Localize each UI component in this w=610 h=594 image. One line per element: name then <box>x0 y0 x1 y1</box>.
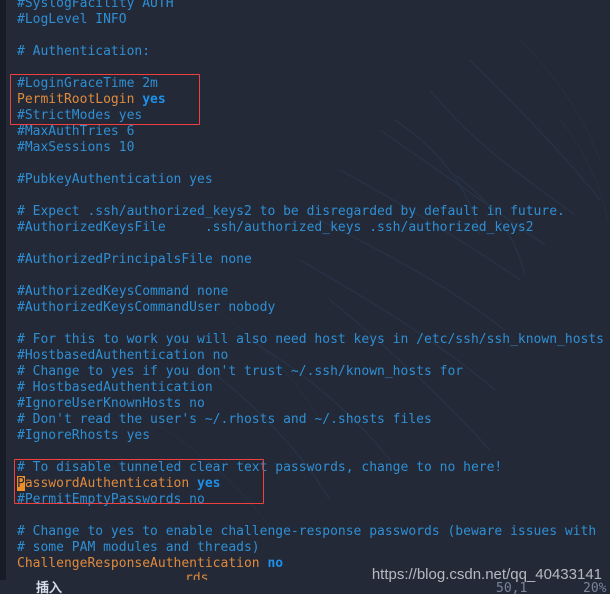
comment-text: # To disable tunneled clear text passwor… <box>17 460 503 475</box>
comment-text: # Authentication: <box>17 44 151 59</box>
code-line[interactable]: #SyslogFacility AUTH <box>17 0 610 12</box>
comment-text: #AuthorizedKeysCommandUser nobody <box>17 300 276 315</box>
code-line[interactable] <box>17 60 610 76</box>
config-value: yes <box>142 92 166 107</box>
comment-text: #LogLevel INFO <box>17 12 127 27</box>
comment-text: #MaxAuthTries 6 <box>17 124 135 139</box>
config-directive: ChallengeResponseAuthentication <box>17 556 268 571</box>
comment-text: #LoginGraceTime 2m <box>17 76 158 91</box>
code-line[interactable]: #StrictModes yes <box>17 108 610 124</box>
code-text-area[interactable]: #SyslogFacility AUTH #LogLevel INFO # Aut… <box>17 0 610 572</box>
comment-text: #StrictModes yes <box>17 108 143 123</box>
code-line[interactable] <box>17 28 610 44</box>
comment-text: #AuthorizedKeysCommand none <box>17 284 229 299</box>
vim-mode-indicator: 插入 <box>36 581 63 594</box>
code-line[interactable]: # Change to yes if you don't trust ~/.ss… <box>17 364 610 380</box>
code-line[interactable]: # Change to yes to enable challenge-resp… <box>17 524 610 540</box>
code-line[interactable]: PasswordAuthentication yes <box>17 476 610 492</box>
comment-text: # Change to yes to enable challenge-resp… <box>17 524 597 539</box>
code-line[interactable]: #PermitEmptyPasswords no <box>17 492 610 508</box>
comment-text: #IgnoreRhosts yes <box>17 428 151 443</box>
code-line[interactable]: #HostbasedAuthentication no <box>17 348 610 364</box>
code-line[interactable]: # For this to work you will also need ho… <box>17 332 610 348</box>
comment-text: #IgnoreUserKnownHosts no <box>17 396 205 411</box>
code-line[interactable] <box>17 268 610 284</box>
code-line[interactable] <box>17 156 610 172</box>
code-line[interactable]: # Expect .ssh/authorized_keys2 to be dis… <box>17 204 610 220</box>
comment-text: #MaxSessions 10 <box>17 140 135 155</box>
code-line[interactable]: #PubkeyAuthentication yes <box>17 172 610 188</box>
code-line[interactable] <box>17 188 610 204</box>
comment-text: # Change to yes if you don't trust ~/.ss… <box>17 364 464 379</box>
code-line[interactable] <box>17 508 610 524</box>
code-line[interactable] <box>17 444 610 460</box>
code-line[interactable]: #AuthorizedPrincipalsFile none <box>17 252 610 268</box>
code-line[interactable]: #AuthorizedKeysCommandUser nobody <box>17 300 610 316</box>
code-line[interactable]: PermitRootLogin yes <box>17 92 610 108</box>
config-directive: asswordAuthentication <box>24 476 198 491</box>
code-line[interactable] <box>17 316 610 332</box>
editor-left-gutter <box>0 0 6 594</box>
comment-text: #PubkeyAuthentication yes <box>17 172 213 187</box>
comment-text: # some PAM modules and threads) <box>17 540 260 555</box>
code-line[interactable]: #AuthorizedKeysCommand none <box>17 284 610 300</box>
code-line[interactable]: # Don't read the user's ~/.rhosts and ~/… <box>17 412 610 428</box>
comment-text: #SyslogFacility AUTH <box>17 0 174 11</box>
text-cursor: P <box>17 476 25 491</box>
config-value: no <box>267 556 284 571</box>
code-line[interactable]: #MaxAuthTries 6 <box>17 124 610 140</box>
comment-text: #AuthorizedPrincipalsFile none <box>17 252 252 267</box>
comment-text: #PermitEmptyPasswords no <box>17 492 205 507</box>
comment-text: #HostbasedAuthentication no <box>17 348 229 363</box>
code-line[interactable]: #AuthorizedKeysFile .ssh/authorized_keys… <box>17 220 610 236</box>
code-line[interactable]: #LoginGraceTime 2m <box>17 76 610 92</box>
code-line[interactable]: # To disable tunneled clear text passwor… <box>17 460 610 476</box>
comment-text: # HostbasedAuthentication <box>17 380 213 395</box>
config-value: yes <box>197 476 221 491</box>
comment-text: # Don't read the user's ~/.rhosts and ~/… <box>17 412 432 427</box>
code-line[interactable]: # HostbasedAuthentication <box>17 380 610 396</box>
code-line[interactable]: # Authentication: <box>17 44 610 60</box>
comment-text: # Expect .ssh/authorized_keys2 to be dis… <box>17 204 565 219</box>
code-line[interactable] <box>17 236 610 252</box>
code-line[interactable]: #LogLevel INFO <box>17 12 610 28</box>
config-directive: PermitRootLogin <box>17 92 143 107</box>
code-line[interactable]: # some PAM modules and threads) <box>17 540 610 556</box>
comment-text: #AuthorizedKeysFile .ssh/authorized_keys… <box>17 220 534 235</box>
vim-editor-window: #SyslogFacility AUTH #LogLevel INFO # Aut… <box>0 0 610 594</box>
code-line[interactable]: #IgnoreUserKnownHosts no <box>17 396 610 412</box>
comment-text: # For this to work you will also need ho… <box>17 332 604 347</box>
code-line[interactable]: #IgnoreRhosts yes <box>17 428 610 444</box>
code-line[interactable]: #MaxSessions 10 <box>17 140 610 156</box>
blog-url-watermark: https://blog.csdn.net/qq_40433141 <box>371 566 602 583</box>
